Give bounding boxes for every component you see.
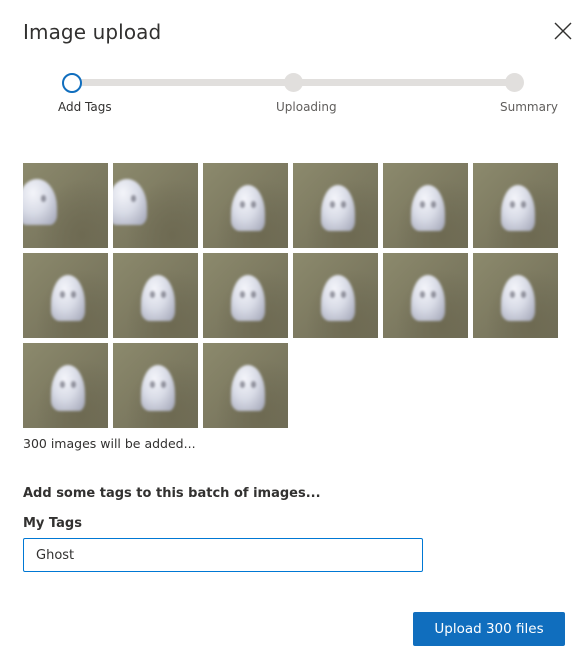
ghost-photo	[141, 275, 175, 321]
ghost-photo	[411, 275, 445, 321]
ghost-photo	[501, 275, 535, 321]
image-thumbnail	[23, 163, 108, 248]
image-thumbnail	[203, 253, 288, 338]
image-thumbnail	[383, 253, 468, 338]
step-indicator-uploading	[284, 73, 303, 92]
step-indicator-add-tags	[62, 73, 82, 93]
ghost-photo	[231, 185, 265, 231]
ghost-photo	[321, 275, 355, 321]
ghost-photo	[321, 185, 355, 231]
ghost-photo	[501, 185, 535, 231]
image-thumbnail	[203, 163, 288, 248]
images-count-text: 300 images will be added...	[23, 436, 196, 451]
image-thumbnail-grid	[23, 163, 563, 428]
ghost-photo	[231, 365, 265, 411]
close-icon	[554, 22, 572, 40]
step-indicator-summary	[505, 73, 524, 92]
ghost-photo	[141, 365, 175, 411]
tags-input[interactable]	[23, 538, 423, 572]
ghost-photo	[51, 275, 85, 321]
step-label-summary: Summary	[500, 100, 558, 114]
ghost-photo	[23, 179, 57, 225]
upload-files-button[interactable]: Upload 300 files	[413, 612, 565, 646]
ghost-photo	[51, 365, 85, 411]
step-label-add-tags: Add Tags	[58, 100, 112, 114]
ghost-photo	[113, 179, 147, 225]
image-thumbnail	[383, 163, 468, 248]
image-thumbnail	[113, 343, 198, 428]
step-label-uploading: Uploading	[276, 100, 337, 114]
ghost-photo	[231, 275, 265, 321]
close-button[interactable]	[552, 20, 574, 42]
image-thumbnail	[203, 343, 288, 428]
dialog-title: Image upload	[23, 20, 162, 44]
ghost-photo	[411, 185, 445, 231]
image-thumbnail	[23, 253, 108, 338]
image-thumbnail	[293, 163, 378, 248]
image-thumbnail	[293, 253, 378, 338]
tags-prompt: Add some tags to this batch of images...	[23, 486, 321, 501]
tags-field-label: My Tags	[23, 516, 82, 531]
image-thumbnail	[113, 163, 198, 248]
image-thumbnail	[113, 253, 198, 338]
image-thumbnail	[473, 253, 558, 338]
image-thumbnail	[473, 163, 558, 248]
image-thumbnail	[23, 343, 108, 428]
